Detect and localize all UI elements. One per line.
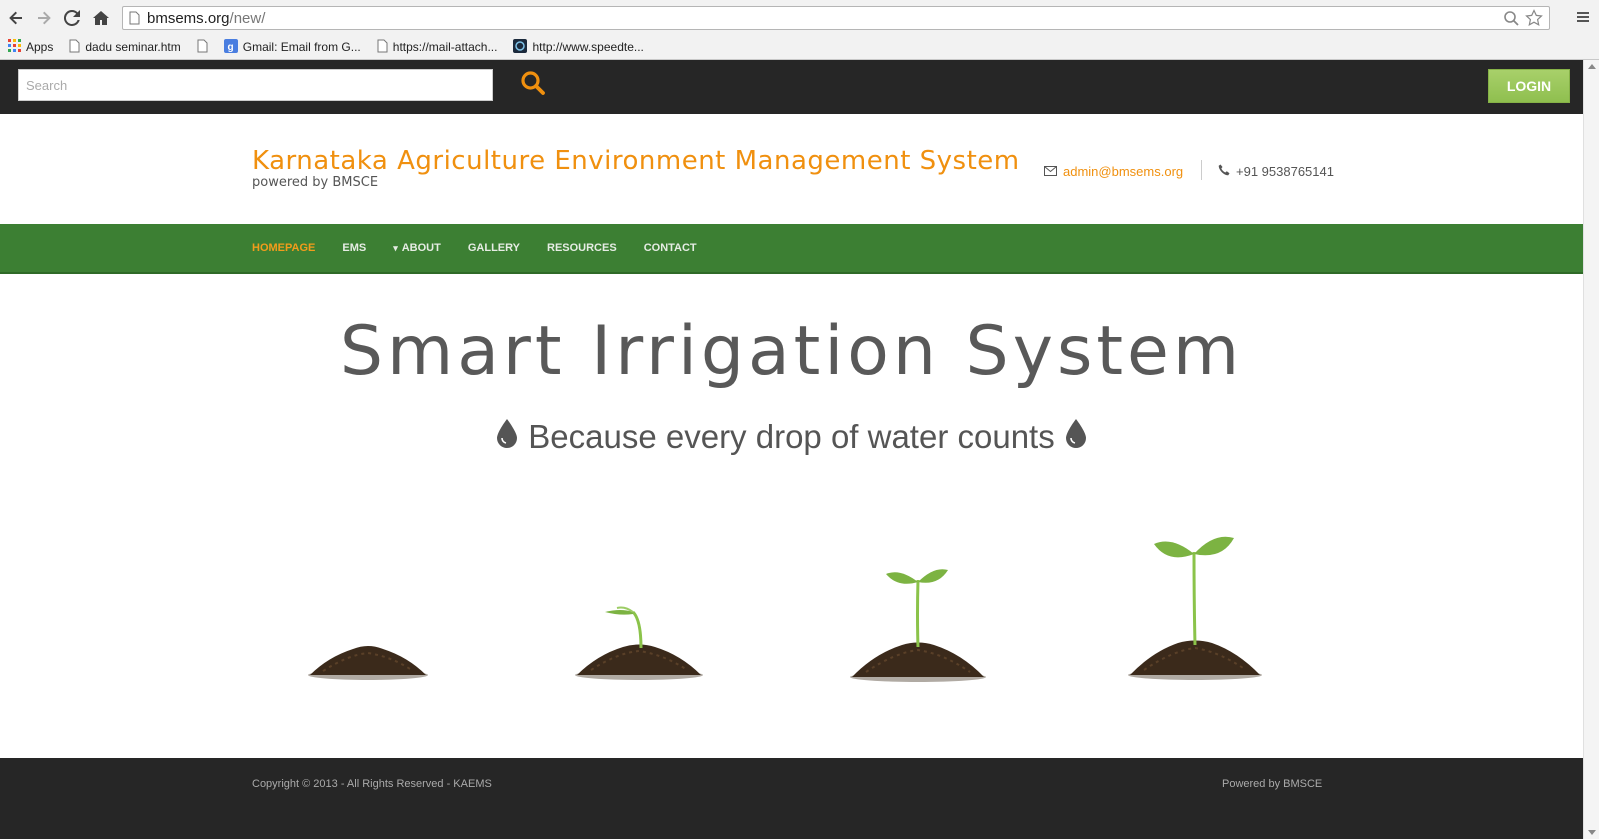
tagline-text: Because every drop of water counts (528, 418, 1055, 455)
hero-tagline: Because every drop of water counts (0, 418, 1583, 456)
nav-label: RESOURCES (547, 242, 617, 254)
water-drop-icon (1065, 418, 1087, 456)
search-input[interactable] (18, 69, 493, 101)
contact-phone-text: +91 9538765141 (1236, 164, 1334, 179)
nav-homepage[interactable]: HOMEPAGE (252, 242, 315, 254)
scroll-down-icon[interactable] (1588, 830, 1596, 835)
nav-label: GALLERY (467, 242, 520, 254)
nav-contact[interactable]: CONTACT (644, 242, 697, 254)
apps-grid-icon (8, 39, 21, 55)
bookmark-mail-attach[interactable]: https://mail-attach... (377, 39, 498, 56)
nav-label: EMS (342, 242, 367, 254)
scroll-up-icon[interactable] (1588, 64, 1596, 69)
young-plant-image (1128, 536, 1262, 680)
bookmark-speedtest[interactable]: http://www.speedte... (513, 38, 644, 56)
nav-gallery[interactable]: GALLERY (468, 242, 520, 254)
site-footer: Copyright © 2013 - All Rights Reserved -… (0, 758, 1583, 839)
home-icon[interactable] (91, 8, 111, 28)
plant-growth-illustration (290, 530, 1290, 690)
contact-phone: +91 9538765141 (1218, 164, 1334, 179)
url-text: bmsems.org/new/ (147, 10, 265, 27)
url-host: bmsems.org (147, 10, 230, 27)
nav-label: ABOUT (401, 242, 441, 254)
page-icon (377, 39, 388, 56)
bookmark-label: Apps (26, 40, 54, 54)
bookmark-label: https://mail-attach... (392, 40, 498, 54)
dropdown-indicator-icon: ▾ (393, 242, 398, 253)
soil-mound-image (308, 646, 428, 680)
page-icon (129, 11, 140, 30)
water-drop-icon (496, 418, 518, 456)
nav-label: CONTACT (643, 242, 697, 254)
powered-by-text: Powered by BMSCE (1222, 778, 1323, 790)
magnifier-icon[interactable] (1503, 10, 1519, 31)
contact-email[interactable]: admin@bmsems.org (1044, 164, 1183, 179)
envelope-icon (1044, 164, 1057, 179)
svg-text:g: g (227, 42, 233, 53)
site-header: Karnataka Agriculture Environment Manage… (0, 114, 1583, 224)
top-bar: LOGIN (0, 60, 1583, 114)
bookmark-star-icon[interactable] (1525, 9, 1543, 32)
bookmarks-bar: Apps dadu seminar.htm g Gmail: Email fro… (0, 36, 1599, 58)
bookmark-label: dadu seminar.htm (85, 40, 181, 54)
nav-label: HOMEPAGE (252, 242, 316, 254)
sprouting-seed-image (575, 606, 703, 680)
main-nav: HOMEPAGE EMS ▾ ABOUT GALLERY RESOURCES CO… (0, 224, 1583, 274)
bookmark-label: http://www.speedte... (532, 40, 644, 54)
back-icon[interactable] (6, 8, 26, 28)
seedling-image (850, 569, 986, 682)
phone-icon (1218, 164, 1230, 179)
browser-toolbar: bmsems.org/new/ Apps dadu seminar.htm g … (0, 0, 1599, 60)
nav-resources[interactable]: RESOURCES (547, 242, 617, 254)
copyright-text: Copyright © 2013 - All Rights Reserved -… (252, 778, 492, 790)
page-icon (197, 39, 208, 56)
page-icon (69, 39, 80, 56)
browser-menu-icon[interactable] (1575, 9, 1591, 25)
bookmark-untitled[interactable] (197, 39, 208, 56)
address-bar[interactable]: bmsems.org/new/ (122, 6, 1550, 30)
contact-divider (1201, 160, 1202, 180)
google-icon: g (223, 38, 238, 56)
search-icon[interactable] (518, 68, 548, 98)
bookmark-dadu-seminar[interactable]: dadu seminar.htm (69, 39, 181, 56)
reload-icon[interactable] (62, 8, 82, 28)
bookmark-label: Gmail: Email from G... (242, 40, 361, 54)
bookmark-gmail[interactable]: g Gmail: Email from G... (223, 38, 361, 56)
contact-email-text[interactable]: admin@bmsems.org (1063, 164, 1183, 179)
site-title[interactable]: Karnataka Agriculture Environment Manage… (252, 146, 1020, 176)
nav-ems[interactable]: EMS (342, 242, 366, 254)
bookmark-apps[interactable]: Apps (8, 39, 53, 55)
login-button[interactable]: LOGIN (1488, 69, 1570, 103)
url-path: /new/ (229, 10, 266, 27)
nav-about[interactable]: ▾ ABOUT (393, 242, 441, 254)
hero-title: Smart Irrigation System (339, 312, 1244, 391)
forward-icon[interactable] (34, 8, 54, 28)
web-page: LOGIN Karnataka Agriculture Environment … (0, 60, 1583, 839)
site-subtitle: powered by BMSCE (252, 175, 379, 190)
vertical-scrollbar[interactable] (1583, 60, 1599, 839)
speedtest-icon (513, 38, 528, 56)
